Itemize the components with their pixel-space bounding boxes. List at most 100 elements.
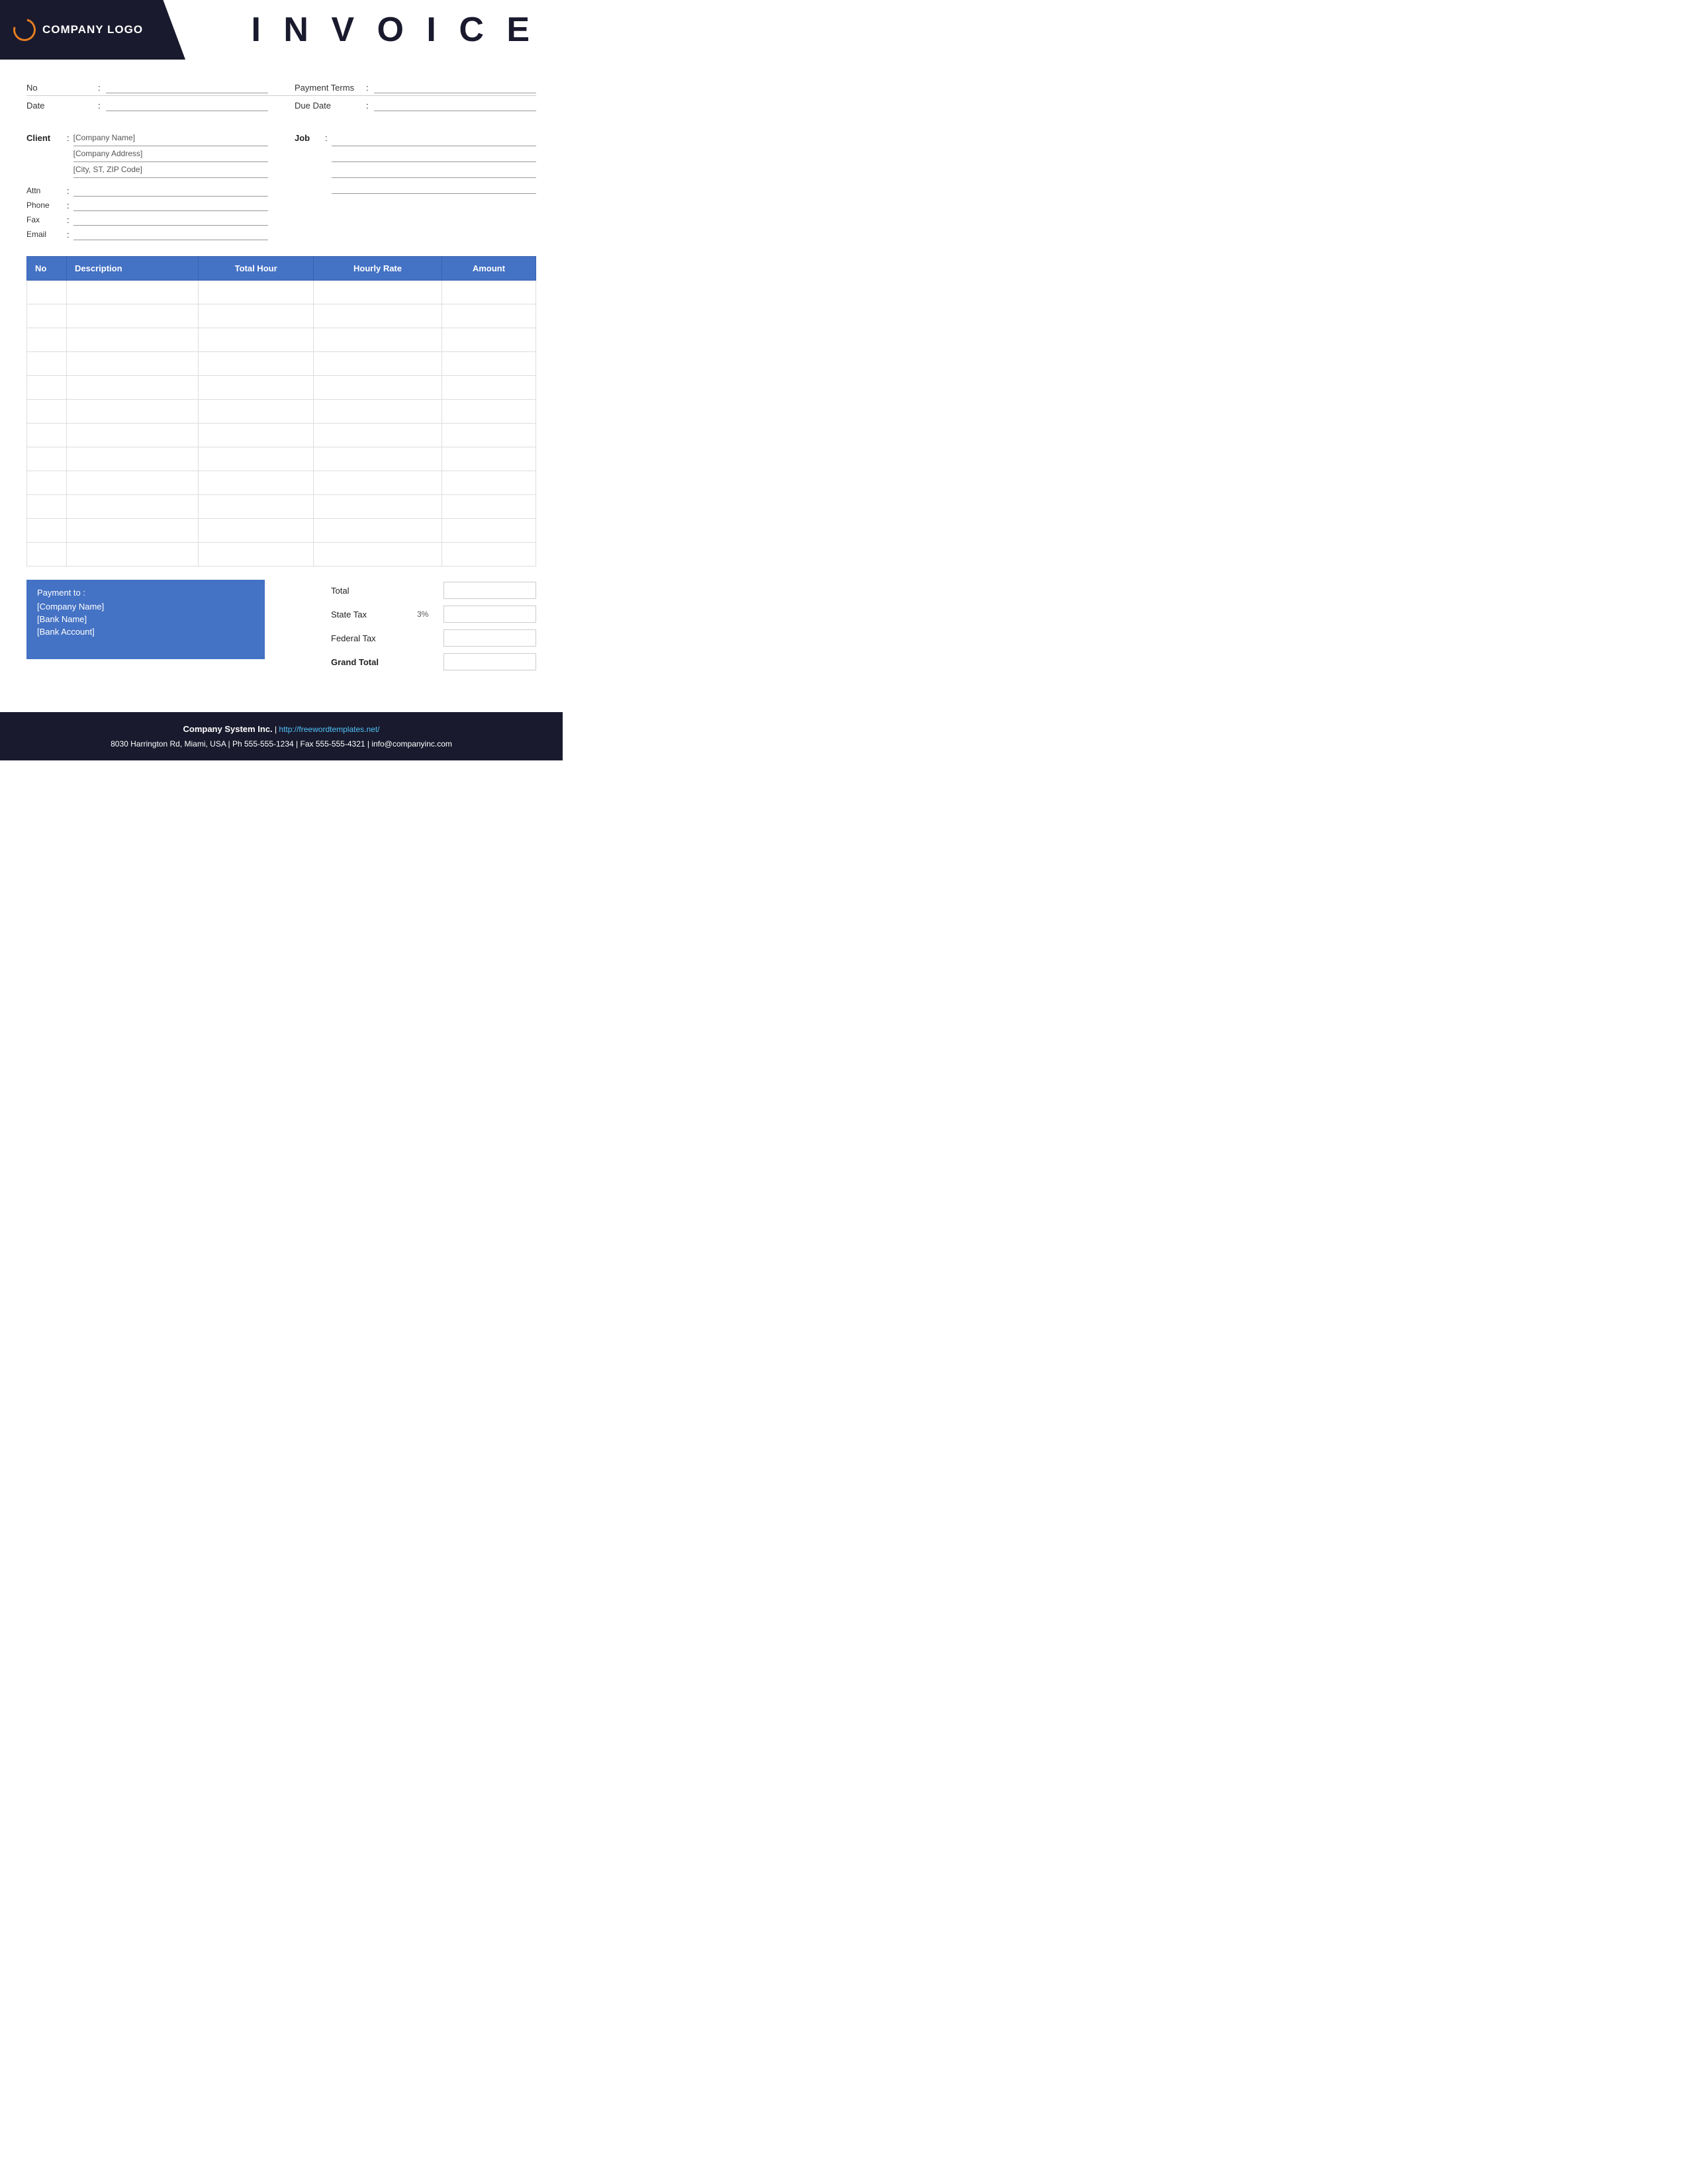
cell-total_hour-8[interactable]: [198, 471, 313, 495]
cell-description-5[interactable]: [67, 400, 199, 424]
footer: Company System Inc. | http://freewordtem…: [0, 712, 563, 760]
cell-total_hour-7[interactable]: [198, 447, 313, 471]
payment-block: Payment to : [Company Name] [Bank Name] …: [26, 580, 265, 659]
cell-description-9[interactable]: [67, 495, 199, 519]
cell-hourly_rate-3[interactable]: [314, 352, 442, 376]
cell-amount-10[interactable]: [442, 519, 536, 543]
phone-value[interactable]: [73, 199, 268, 211]
email-label: Email: [26, 230, 63, 239]
state-tax-value-box[interactable]: [444, 606, 536, 623]
cell-hourly_rate-11[interactable]: [314, 543, 442, 567]
grand-total-value-box[interactable]: [444, 653, 536, 670]
cell-hourly_rate-5[interactable]: [314, 400, 442, 424]
cell-description-8[interactable]: [67, 471, 199, 495]
client-company-name[interactable]: [Company Name]: [73, 133, 268, 146]
job-label: Job: [295, 133, 321, 143]
client-fields: [Company Name] [Company Address] [City, …: [73, 133, 268, 181]
job-line-4[interactable]: [332, 181, 536, 194]
col-header-amount: Amount: [442, 257, 536, 281]
cell-description-10[interactable]: [67, 519, 199, 543]
date-value[interactable]: [106, 99, 268, 111]
payment-bank: [Bank Name]: [37, 614, 254, 624]
cell-hourly_rate-1[interactable]: [314, 304, 442, 328]
total-value-box[interactable]: [444, 582, 536, 599]
job-line-1[interactable]: [332, 133, 536, 146]
cell-no-3[interactable]: [27, 352, 67, 376]
federal-tax-value-box[interactable]: [444, 629, 536, 647]
cell-no-11[interactable]: [27, 543, 67, 567]
cell-amount-9[interactable]: [442, 495, 536, 519]
cell-total_hour-2[interactable]: [198, 328, 313, 352]
cell-amount-11[interactable]: [442, 543, 536, 567]
cell-hourly_rate-2[interactable]: [314, 328, 442, 352]
client-phone-row: Phone :: [26, 199, 268, 211]
cell-amount-8[interactable]: [442, 471, 536, 495]
totals-block: Total State Tax 3% Federal Tax Grand Tot…: [278, 580, 536, 672]
cell-no-8[interactable]: [27, 471, 67, 495]
cell-hourly_rate-4[interactable]: [314, 376, 442, 400]
cell-hourly_rate-9[interactable]: [314, 495, 442, 519]
cell-no-10[interactable]: [27, 519, 67, 543]
date-colon: :: [98, 101, 101, 111]
cell-description-2[interactable]: [67, 328, 199, 352]
footer-website[interactable]: http://freewordtemplates.net/: [279, 725, 379, 734]
cell-no-1[interactable]: [27, 304, 67, 328]
cell-amount-5[interactable]: [442, 400, 536, 424]
cell-no-5[interactable]: [27, 400, 67, 424]
cell-total_hour-3[interactable]: [198, 352, 313, 376]
attn-value[interactable]: [73, 185, 268, 197]
state-tax-row: State Tax 3%: [278, 604, 536, 625]
cell-no-7[interactable]: [27, 447, 67, 471]
job-lines: [332, 133, 536, 197]
meta-row-date-due: Date : Due Date :: [26, 97, 536, 113]
cell-no-0[interactable]: [27, 281, 67, 304]
fax-value[interactable]: [73, 214, 268, 226]
total-row: Total: [278, 580, 536, 601]
cell-no-4[interactable]: [27, 376, 67, 400]
job-line-2[interactable]: [332, 149, 536, 162]
job-line-3[interactable]: [332, 165, 536, 178]
cell-amount-3[interactable]: [442, 352, 536, 376]
cell-amount-2[interactable]: [442, 328, 536, 352]
cell-description-1[interactable]: [67, 304, 199, 328]
cell-hourly_rate-6[interactable]: [314, 424, 442, 447]
client-city-zip[interactable]: [City, ST, ZIP Code]: [73, 165, 268, 178]
col-header-no: No: [27, 257, 67, 281]
cell-hourly_rate-8[interactable]: [314, 471, 442, 495]
cell-hourly_rate-10[interactable]: [314, 519, 442, 543]
cell-total_hour-1[interactable]: [198, 304, 313, 328]
cell-total_hour-10[interactable]: [198, 519, 313, 543]
cell-amount-1[interactable]: [442, 304, 536, 328]
cell-total_hour-11[interactable]: [198, 543, 313, 567]
cell-total_hour-5[interactable]: [198, 400, 313, 424]
cell-description-3[interactable]: [67, 352, 199, 376]
cell-amount-0[interactable]: [442, 281, 536, 304]
state-tax-percent: 3%: [417, 610, 437, 619]
cell-amount-6[interactable]: [442, 424, 536, 447]
cell-no-6[interactable]: [27, 424, 67, 447]
meta-no-left: No :: [26, 81, 268, 93]
cell-description-4[interactable]: [67, 376, 199, 400]
cell-amount-7[interactable]: [442, 447, 536, 471]
cell-no-2[interactable]: [27, 328, 67, 352]
cell-total_hour-0[interactable]: [198, 281, 313, 304]
cell-hourly_rate-7[interactable]: [314, 447, 442, 471]
cell-description-0[interactable]: [67, 281, 199, 304]
client-company-address[interactable]: [Company Address]: [73, 149, 268, 162]
cell-description-7[interactable]: [67, 447, 199, 471]
cell-hourly_rate-0[interactable]: [314, 281, 442, 304]
cell-no-9[interactable]: [27, 495, 67, 519]
cell-total_hour-6[interactable]: [198, 424, 313, 447]
due-date-value[interactable]: [374, 99, 536, 111]
email-value[interactable]: [73, 228, 268, 240]
federal-tax-label: Federal Tax: [331, 633, 410, 643]
cell-total_hour-9[interactable]: [198, 495, 313, 519]
cell-description-11[interactable]: [67, 543, 199, 567]
cell-description-6[interactable]: [67, 424, 199, 447]
no-value[interactable]: [106, 81, 268, 93]
no-label: No: [26, 83, 93, 93]
meta-due-right: Due Date :: [268, 99, 536, 111]
cell-total_hour-4[interactable]: [198, 376, 313, 400]
cell-amount-4[interactable]: [442, 376, 536, 400]
payment-terms-value[interactable]: [374, 81, 536, 93]
